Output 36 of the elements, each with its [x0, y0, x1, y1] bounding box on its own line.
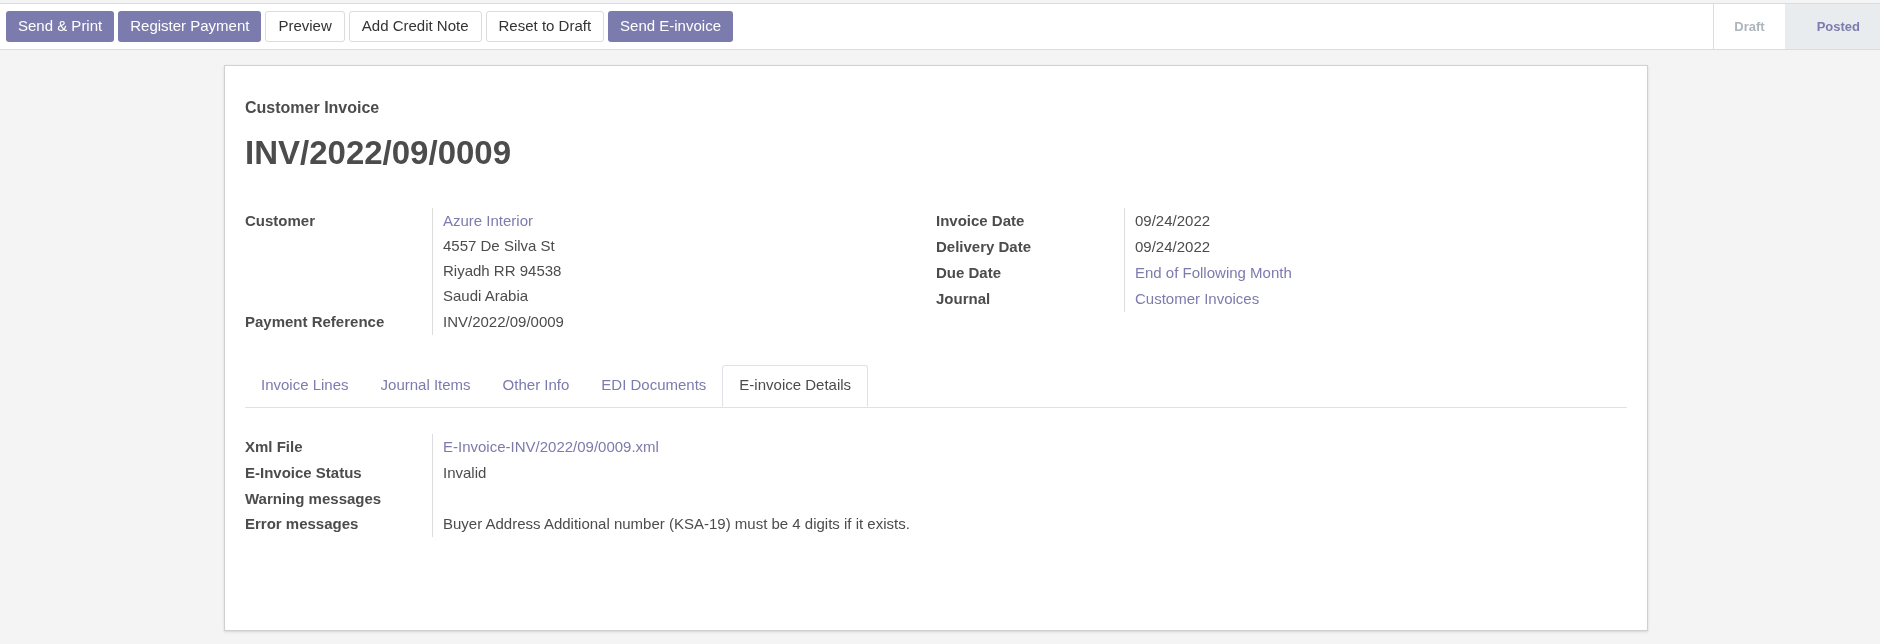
tab[interactable]: Journal Items — [364, 364, 487, 407]
action-button[interactable]: Send E-invoice — [608, 11, 733, 42]
field-label: Payment Reference — [245, 312, 385, 330]
tab[interactable]: Invoice Lines — [245, 364, 365, 407]
document-type: Customer Invoice — [245, 98, 381, 118]
action-button[interactable]: Add Credit Note — [348, 11, 482, 42]
field-label: Customer — [245, 211, 315, 229]
field-label: Xml File — [245, 437, 303, 455]
invoice-number: INV/2022/09/0009 — [245, 133, 513, 173]
action-button[interactable]: Register Payment — [118, 11, 262, 42]
stage-button[interactable]: Posted — [1784, 4, 1880, 49]
field-value: 4557 De Silva St — [443, 235, 556, 256]
field-label: Due Date — [936, 263, 1002, 281]
field-label: Warning messages — [245, 489, 382, 507]
tab[interactable]: E-invoice Details — [722, 364, 869, 407]
field-value: 09/24/2022 — [1135, 210, 1212, 231]
field-value: 09/24/2022 — [1135, 236, 1212, 257]
field-value: Riyadh RR 94538 — [443, 260, 563, 281]
field-value: INV/2022/09/0009 — [443, 311, 565, 332]
field-label: Journal — [936, 289, 991, 307]
field-value: Saudi Arabia — [443, 285, 530, 306]
field-link[interactable]: Customer Invoices — [1135, 285, 1627, 311]
field-label: Error messages — [245, 514, 359, 532]
field-link[interactable]: Azure Interior — [443, 207, 936, 233]
field-link[interactable]: E-Invoice-INV/2022/09/0009.xml — [443, 433, 1627, 459]
field-label: Delivery Date — [936, 237, 1032, 255]
field-label: E-Invoice Status — [245, 463, 362, 481]
action-button[interactable]: Reset to Draft — [485, 11, 605, 42]
action-button[interactable]: Send & Print — [6, 11, 115, 42]
field-label: Invoice Date — [936, 211, 1025, 229]
field-link[interactable]: End of Following Month — [1135, 259, 1627, 285]
tab[interactable]: EDI Documents — [585, 364, 723, 407]
action-button[interactable]: Preview — [265, 11, 345, 42]
tab[interactable]: Other Info — [486, 364, 586, 407]
field-value: Buyer Address Additional number (KSA-19) must be 4 digits if it exists. — [443, 513, 911, 534]
field-value: Invalid — [443, 462, 488, 483]
